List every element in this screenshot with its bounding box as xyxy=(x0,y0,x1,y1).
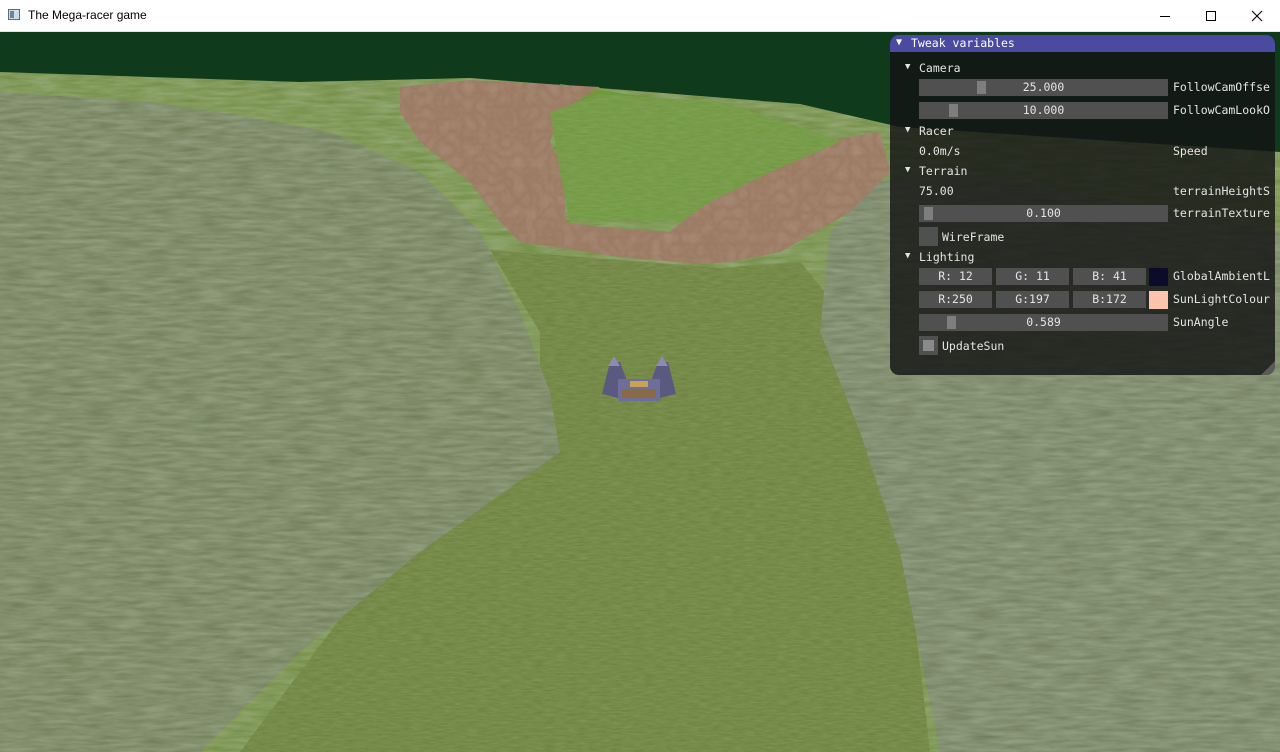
sun-color-swatch[interactable] xyxy=(1149,291,1168,309)
tweak-variables-panel[interactable]: ▼ Tweak variables ▼ Camera 25.000 Follow… xyxy=(890,35,1275,375)
collapse-arrow-icon[interactable]: ▼ xyxy=(905,125,910,135)
speed-label: Speed xyxy=(1173,144,1208,158)
section-terrain-label: Terrain xyxy=(919,164,968,178)
slider-value: 0.100 xyxy=(1026,206,1061,220)
follow-cam-lookat-label: FollowCamLookO xyxy=(1173,103,1270,117)
follow-cam-offset-label: FollowCamOffse xyxy=(1173,80,1270,94)
update-sun-label: UpdateSun xyxy=(942,339,1005,353)
collapse-arrow-icon[interactable]: ▼ xyxy=(905,251,910,261)
terrain-texture-slider[interactable]: 0.100 xyxy=(919,205,1168,222)
terrain-texture-label: terrainTexture xyxy=(1173,206,1270,220)
section-racer-label: Racer xyxy=(919,124,954,138)
terrain-height-label: terrainHeightS xyxy=(1173,184,1270,198)
title-bar: The Mega-racer game xyxy=(0,0,1280,32)
wireframe-label: WireFrame xyxy=(942,230,1005,244)
maximize-button[interactable] xyxy=(1188,0,1234,31)
ambient-r-input[interactable]: R: 12 xyxy=(919,268,992,285)
collapse-arrow-icon[interactable]: ▼ xyxy=(905,62,910,72)
minimize-button[interactable] xyxy=(1142,0,1188,31)
speed-value: 0.0m/s xyxy=(919,144,961,158)
wireframe-checkbox[interactable] xyxy=(919,227,938,246)
sun-colour-label: SunLightColour xyxy=(1173,292,1270,306)
sun-r-input[interactable]: R:250 xyxy=(919,291,992,308)
slider-value: 0.589 xyxy=(1026,315,1061,329)
slider-value: 10.000 xyxy=(1022,103,1065,117)
slider-value: 25.000 xyxy=(1022,80,1065,94)
maximize-icon xyxy=(1206,10,1216,21)
minimize-icon xyxy=(1160,15,1170,17)
ambient-label: GlobalAmbientL xyxy=(1173,269,1270,283)
sun-angle-slider[interactable]: 0.589 xyxy=(919,314,1168,331)
ambient-b-input[interactable]: B: 41 xyxy=(1073,268,1146,285)
sun-g-input[interactable]: G:197 xyxy=(996,291,1069,308)
collapse-arrow-icon[interactable]: ▼ xyxy=(905,165,910,175)
ambient-color-swatch[interactable] xyxy=(1149,268,1168,286)
collapse-arrow-icon[interactable]: ▼ xyxy=(896,37,902,48)
panel-header[interactable]: ▼ Tweak variables xyxy=(890,35,1275,52)
follow-cam-lookat-slider[interactable]: 10.000 xyxy=(919,102,1168,119)
terrain-height-value: 75.00 xyxy=(919,184,954,198)
close-icon xyxy=(1251,10,1263,21)
sun-b-input[interactable]: B:172 xyxy=(1073,291,1146,308)
panel-title: Tweak variables xyxy=(911,36,1015,50)
follow-cam-offset-slider[interactable]: 25.000 xyxy=(919,79,1168,96)
update-sun-checkbox[interactable] xyxy=(919,336,938,355)
sun-angle-label: SunAngle xyxy=(1173,315,1229,329)
ambient-g-input[interactable]: G: 11 xyxy=(996,268,1069,285)
checkbox-mark xyxy=(923,340,934,351)
section-camera-label: Camera xyxy=(919,61,961,75)
close-button[interactable] xyxy=(1234,0,1280,31)
section-lighting-label: Lighting xyxy=(919,250,975,264)
app-icon xyxy=(8,9,20,20)
window-title: The Mega-racer game xyxy=(28,8,147,22)
